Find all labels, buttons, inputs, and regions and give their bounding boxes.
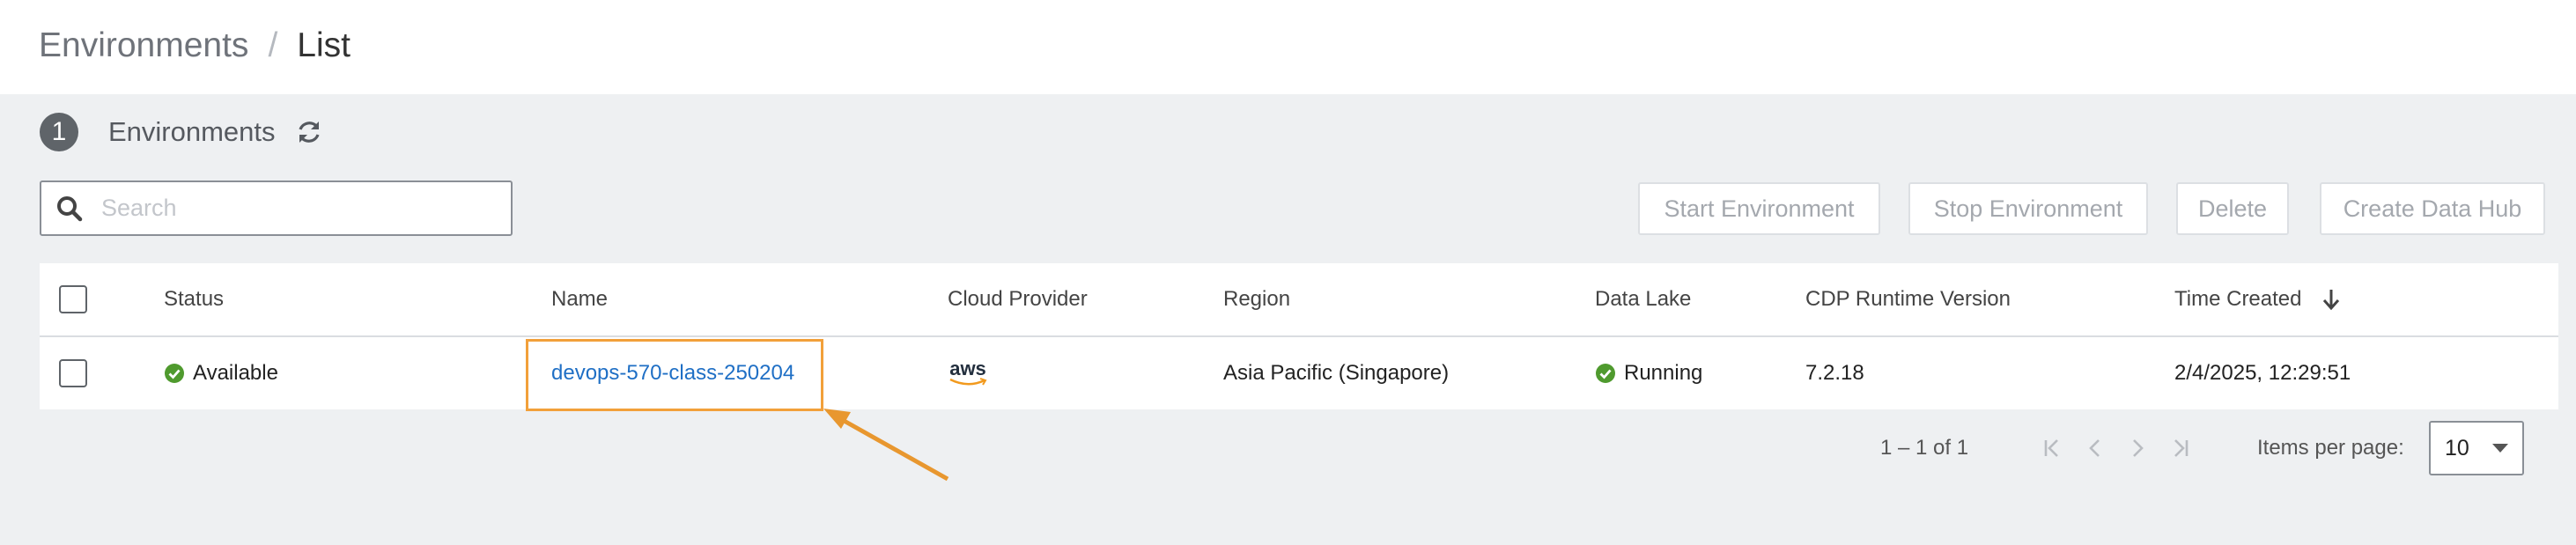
column-header-time-created-label: Time Created	[2174, 287, 2302, 311]
row-checkbox[interactable]	[59, 359, 87, 387]
search-input[interactable]	[100, 194, 491, 223]
column-header-runtime-version[interactable]: CDP Runtime Version	[1805, 263, 2011, 335]
next-page-icon[interactable]	[2124, 435, 2151, 461]
data-lake-status-label: Running	[1624, 361, 1703, 385]
environment-name-link[interactable]: devops-570-class-250204	[551, 361, 794, 386]
last-page-icon[interactable]	[2166, 435, 2193, 461]
status-cell: Available	[164, 337, 278, 409]
delete-button[interactable]: Delete	[2176, 182, 2289, 235]
row-select-cell	[59, 337, 87, 409]
column-header-region[interactable]: Region	[1223, 263, 1290, 335]
section-title: Environments	[108, 116, 276, 147]
time-created-cell: 2/4/2025, 12:29:51	[2174, 361, 2351, 385]
data-lake-cell: Running	[1595, 337, 1702, 409]
items-per-page-value: 10	[2445, 435, 2469, 460]
column-header-data-lake[interactable]: Data Lake	[1595, 263, 1691, 335]
column-header-name[interactable]: Name	[551, 263, 608, 335]
page-header: Environments / List	[0, 0, 2576, 94]
breadcrumb-environments-link[interactable]: Environments	[39, 21, 248, 70]
environment-count-badge: 1	[40, 113, 78, 151]
breadcrumb-separator: /	[268, 26, 278, 64]
select-all-checkbox[interactable]	[59, 285, 87, 313]
region-cell: Asia Pacific (Singapore)	[1223, 361, 1450, 385]
check-circle-icon	[1595, 363, 1616, 384]
column-header-cloud-provider[interactable]: Cloud Provider	[948, 263, 1088, 335]
search-field[interactable]	[40, 180, 513, 236]
status-label: Available	[193, 361, 278, 385]
create-data-hub-button[interactable]: Create Data Hub	[2320, 182, 2545, 235]
start-environment-button[interactable]: Start Environment	[1638, 182, 1880, 235]
table-header: Status Name Cloud Provider Region Data L…	[40, 263, 2558, 337]
runtime-version-cell: 7.2.18	[1805, 361, 1864, 385]
select-all-cell	[59, 263, 87, 335]
items-per-page-label: Items per page:	[2257, 436, 2404, 460]
environments-table: Status Name Cloud Provider Region Data L…	[40, 263, 2558, 409]
refresh-icon[interactable]	[295, 118, 323, 146]
first-page-icon[interactable]	[2040, 435, 2066, 461]
table-row[interactable]: Available devops-570-class-250204 aws As…	[40, 337, 2558, 409]
pagination-range: 1 – 1 of 1	[1880, 436, 1969, 460]
cloud-provider-label: aws	[949, 357, 986, 379]
pagination-controls	[2040, 428, 2193, 468]
search-icon	[54, 193, 85, 225]
check-circle-icon	[164, 363, 185, 384]
aws-logo: aws	[948, 357, 988, 387]
chevron-down-icon	[2492, 444, 2508, 453]
items-per-page-select[interactable]: 10	[2429, 421, 2524, 475]
column-header-status[interactable]: Status	[164, 263, 224, 335]
name-cell: devops-570-class-250204	[551, 337, 794, 409]
breadcrumb-current: List	[297, 26, 351, 64]
cloud-provider-cell: aws	[948, 337, 988, 409]
environments-summary: 1 Environments	[40, 113, 323, 151]
stop-environment-button[interactable]: Stop Environment	[1908, 182, 2148, 235]
breadcrumb: Environments / List	[39, 21, 351, 70]
prev-page-icon[interactable]	[2082, 435, 2108, 461]
arrow-down-icon	[2321, 288, 2341, 311]
column-header-time-created[interactable]: Time Created	[2174, 263, 2341, 335]
